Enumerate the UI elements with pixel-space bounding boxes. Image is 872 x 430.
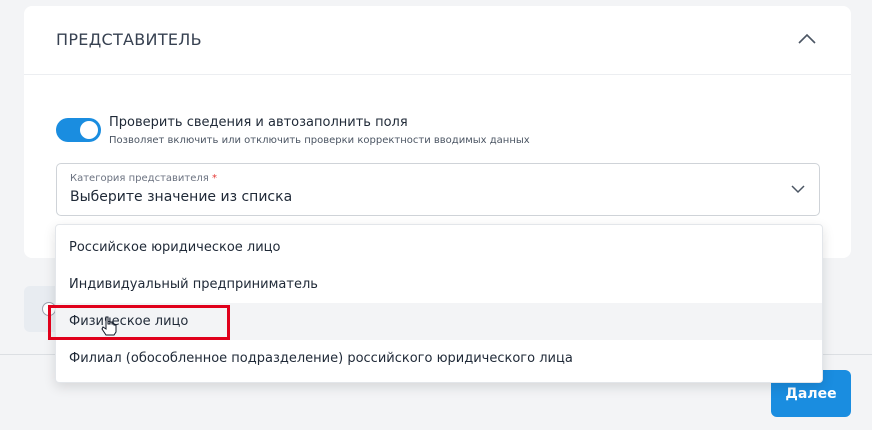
- autofill-toggle[interactable]: [56, 118, 101, 142]
- toggle-knob: [80, 121, 98, 139]
- representative-header[interactable]: ПРЕДСТАВИТЕЛЬ: [24, 6, 851, 75]
- required-mark: *: [212, 173, 217, 184]
- dropdown-option[interactable]: Российское юридическое лицо: [56, 229, 822, 266]
- category-select[interactable]: Категория представителя * Выберите значе…: [56, 163, 820, 216]
- section-title: ПРЕДСТАВИТЕЛЬ: [56, 30, 202, 49]
- dropdown-option[interactable]: Филиал (обособленное подразделение) росс…: [56, 340, 822, 377]
- autofill-toggle-label: Проверить сведения и автозаполнить поля: [109, 115, 408, 130]
- category-dropdown: Российское юридическое лицо Индивидуальн…: [55, 224, 823, 383]
- highlight-annotation: [48, 305, 230, 340]
- chevron-up-icon[interactable]: [797, 32, 817, 46]
- category-select-value: Выберите значение из списка: [70, 189, 293, 205]
- category-select-label: Категория представителя *: [70, 173, 217, 184]
- representative-card: ПРЕДСТАВИТЕЛЬ Проверить сведения и автоз…: [24, 6, 851, 258]
- category-label-text: Категория представителя: [70, 173, 209, 184]
- chevron-down-icon[interactable]: [791, 184, 805, 194]
- autofill-toggle-hint: Позволяет включить или отключить проверк…: [109, 135, 530, 146]
- dropdown-option[interactable]: Индивидуальный предприниматель: [56, 266, 822, 303]
- hand-cursor-icon: [101, 316, 117, 336]
